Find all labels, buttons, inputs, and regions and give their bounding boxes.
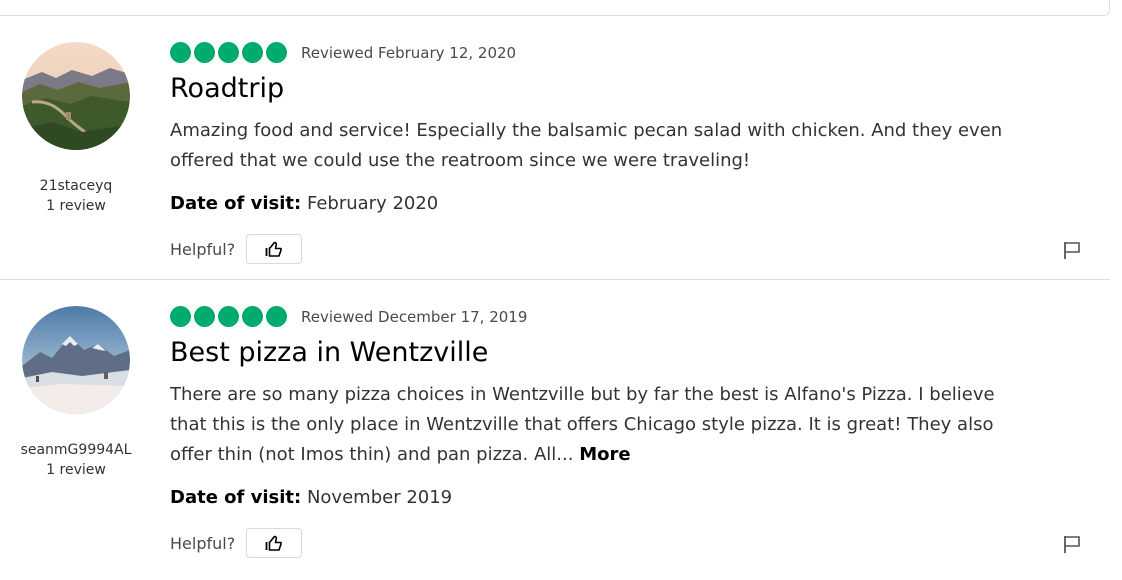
date-of-visit-value: February 2020 bbox=[301, 193, 439, 214]
review-body: There are so many pizza choices in Wentz… bbox=[170, 380, 1030, 470]
rating-bubbles bbox=[170, 306, 287, 327]
helpful-label: Helpful? bbox=[170, 239, 236, 259]
flag-icon bbox=[1064, 536, 1080, 553]
review-card: 21staceyq 1 review Reviewed February 12,… bbox=[0, 17, 1110, 280]
date-of-visit: Date of visit: November 2019 bbox=[170, 487, 452, 508]
date-of-visit-label: Date of visit: bbox=[170, 193, 302, 214]
author-name[interactable]: seanmG9994AL bbox=[0, 440, 152, 460]
reviewed-date: Reviewed February 12, 2020 bbox=[301, 43, 517, 62]
helpful-button[interactable] bbox=[246, 234, 303, 264]
helpful-button[interactable] bbox=[246, 528, 303, 558]
rating-row: Reviewed February 12, 2020 bbox=[170, 42, 516, 63]
rating-bubble bbox=[266, 306, 287, 327]
rating-bubble bbox=[170, 306, 191, 327]
rating-bubble bbox=[242, 42, 263, 63]
report-flag-button[interactable] bbox=[1060, 532, 1084, 556]
rating-bubble bbox=[266, 42, 287, 63]
more-link[interactable]: More bbox=[579, 444, 630, 465]
rating-bubble bbox=[218, 306, 239, 327]
review-title[interactable]: Best pizza in Wentzville bbox=[170, 337, 488, 368]
review-body: Amazing food and service! Especially the… bbox=[170, 116, 1030, 176]
reviewed-date: Reviewed December 17, 2019 bbox=[301, 307, 528, 326]
helpful-row: Helpful? bbox=[170, 528, 303, 558]
author-name[interactable]: 21staceyq bbox=[0, 176, 152, 196]
rating-bubble bbox=[170, 42, 191, 63]
thumbs-up-icon bbox=[265, 535, 282, 551]
rating-bubbles bbox=[170, 42, 287, 63]
review-author[interactable]: 21staceyq 1 review bbox=[0, 17, 152, 216]
avatar[interactable] bbox=[22, 42, 130, 150]
rating-bubble bbox=[194, 306, 215, 327]
date-of-visit-label: Date of visit: bbox=[170, 487, 302, 508]
rating-row: Reviewed December 17, 2019 bbox=[170, 306, 527, 327]
thumbs-up-icon bbox=[265, 241, 282, 257]
review-body-text: Amazing food and service! Especially the… bbox=[170, 120, 1003, 171]
date-of-visit: Date of visit: February 2020 bbox=[170, 193, 438, 214]
author-review-count: 1 review bbox=[46, 462, 106, 478]
review-title[interactable]: Roadtrip bbox=[170, 73, 284, 104]
helpful-label: Helpful? bbox=[170, 533, 236, 553]
review-card: seanmG9994AL 1 review Reviewed December … bbox=[0, 281, 1110, 580]
rating-bubble bbox=[218, 42, 239, 63]
rating-bubble bbox=[242, 306, 263, 327]
rating-bubble bbox=[194, 42, 215, 63]
date-of-visit-value: November 2019 bbox=[301, 487, 453, 508]
helpful-row: Helpful? bbox=[170, 234, 303, 264]
report-flag-button[interactable] bbox=[1060, 238, 1084, 262]
avatar[interactable] bbox=[22, 306, 130, 414]
author-review-count: 1 review bbox=[46, 198, 106, 214]
flag-icon bbox=[1064, 242, 1080, 259]
review-author[interactable]: seanmG9994AL 1 review bbox=[0, 281, 152, 480]
previous-review-bottom-edge bbox=[0, 0, 1110, 16]
